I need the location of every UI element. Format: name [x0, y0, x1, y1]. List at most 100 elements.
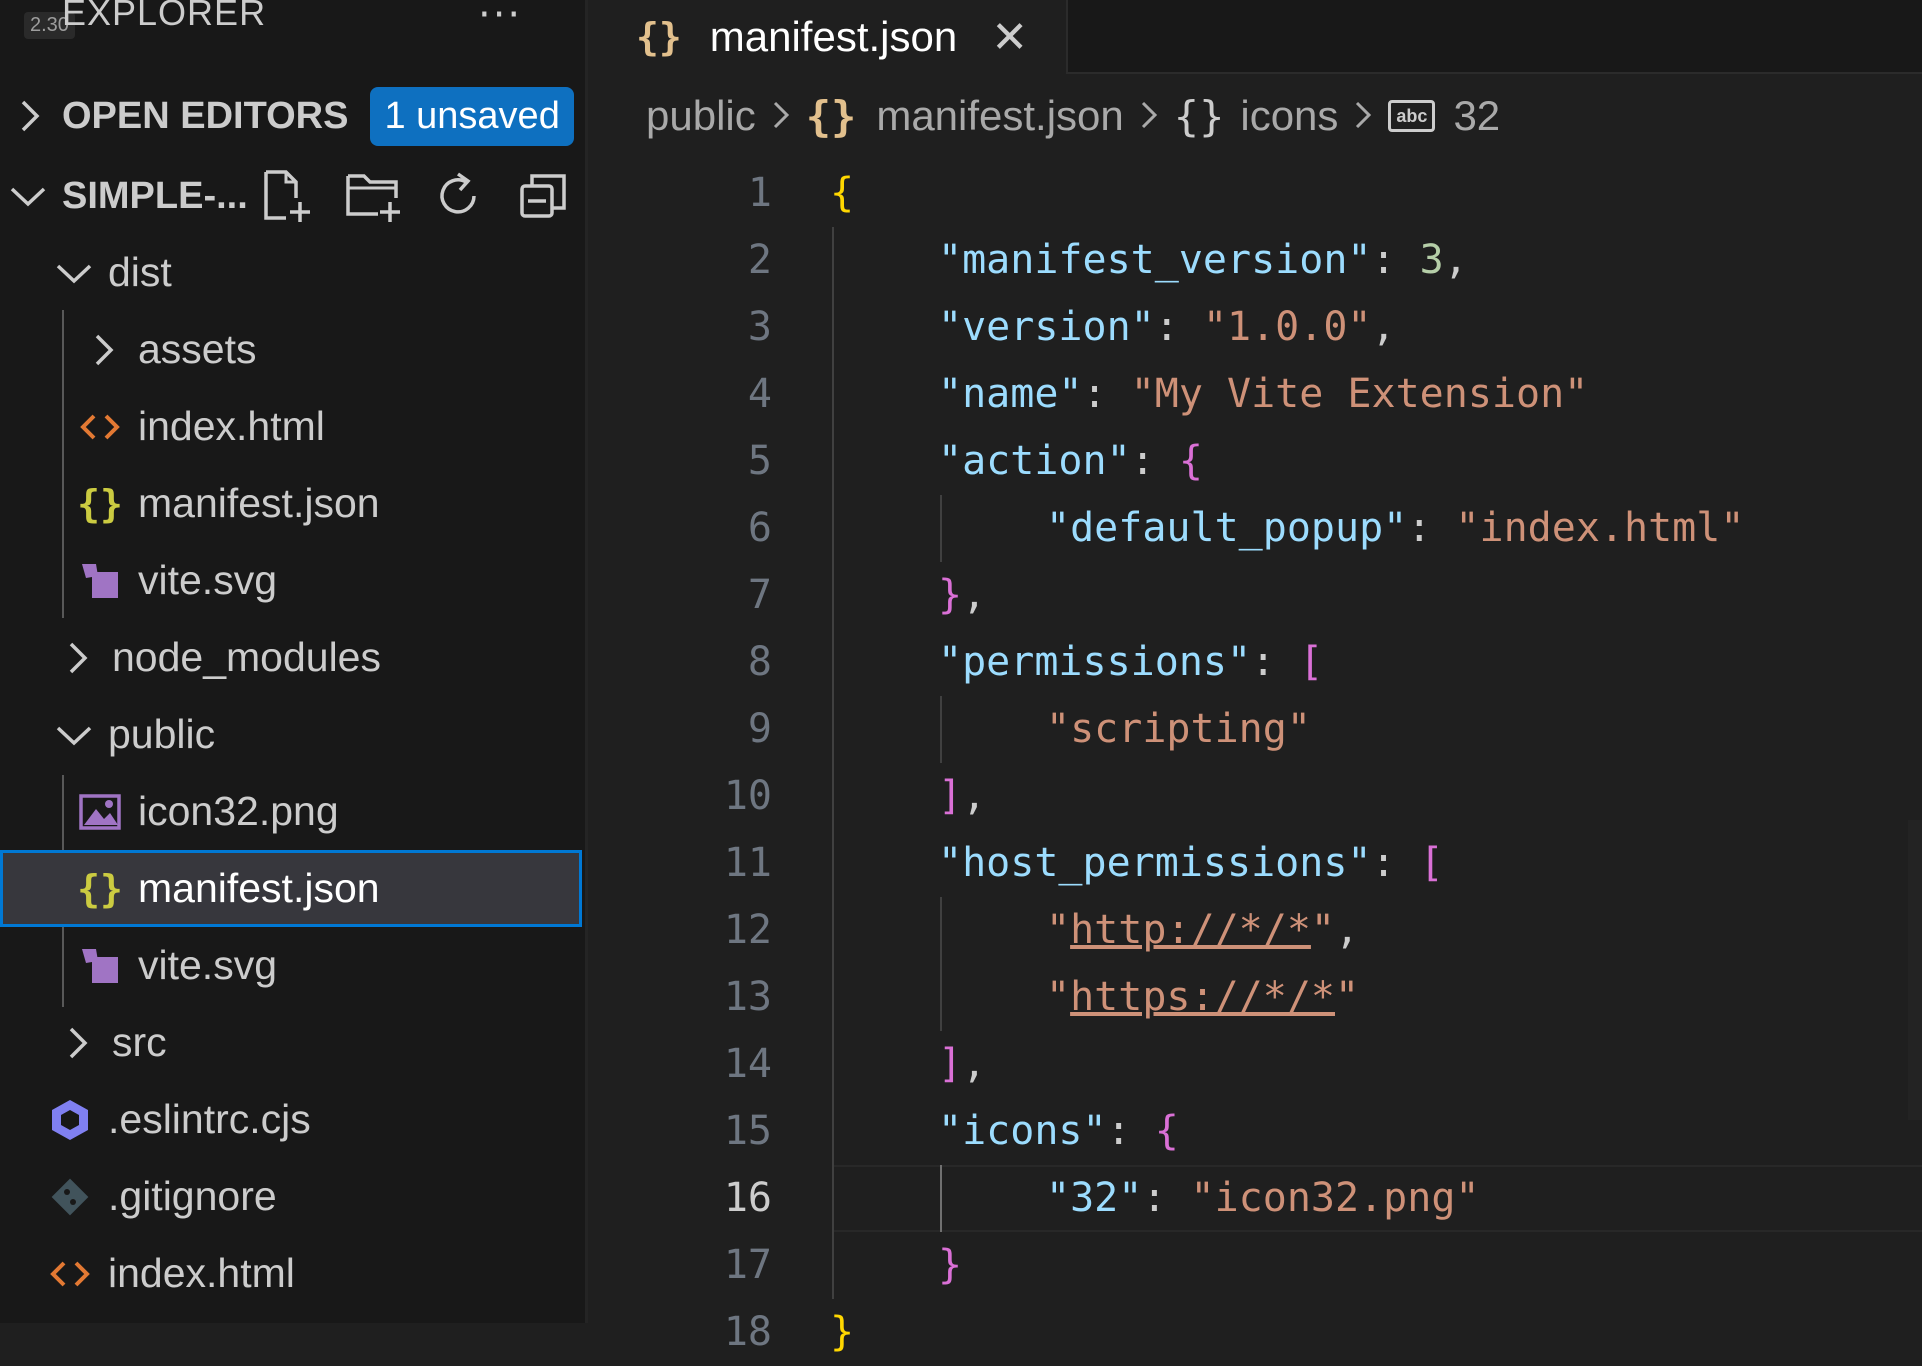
chevron-right-icon	[1354, 92, 1372, 140]
tree-item-dist[interactable]: dist	[0, 234, 585, 311]
tree-item-dist-vite-svg[interactable]: vite.svg	[0, 542, 585, 619]
tree-item-public-manifest-json[interactable]: {} manifest.json	[0, 850, 582, 927]
json-file-icon: {}	[636, 15, 682, 59]
tree-item-label: icon32.png	[138, 788, 339, 834]
breadcrumb-file[interactable]: manifest.json	[876, 92, 1123, 140]
code-line[interactable]: 8 "permissions": [	[588, 629, 1922, 696]
chevron-down-icon	[54, 262, 94, 284]
tree-item-label: public	[108, 711, 216, 757]
line-number: 11	[723, 840, 772, 886]
line-number: 8	[747, 639, 772, 685]
code-line[interactable]: 6 "default_popup": "index.html"	[588, 495, 1922, 562]
more-actions-button[interactable]: ···	[478, 0, 522, 38]
code-area[interactable]: 1{2 "manifest_version": 3, 3 "version": "1.…	[588, 160, 1922, 1355]
code-text: "default_popup": "index.html"	[1046, 505, 1745, 551]
breadcrumb-folder[interactable]: public	[646, 92, 756, 140]
string-icon: abc	[1388, 100, 1436, 132]
line-number: 6	[747, 505, 772, 551]
indent-guide	[940, 495, 942, 562]
code-line[interactable]: 1{	[588, 160, 1922, 227]
tree-item-node-modules[interactable]: node_modules	[0, 619, 585, 696]
code-line[interactable]: 15 "icons": {	[588, 1098, 1922, 1165]
chevron-right-icon	[58, 1026, 98, 1060]
editor-pane: {} manifest.json ✕ public {} manifest.js…	[588, 0, 1922, 1355]
code-text: }	[830, 1309, 855, 1355]
tree-item-eslintrc[interactable]: .eslintrc.cjs	[0, 1081, 585, 1158]
tree-item-label: .eslintrc.cjs	[108, 1096, 311, 1142]
close-icon[interactable]: ✕	[991, 12, 1028, 63]
tree-item-label: node_modules	[112, 634, 381, 680]
code-line[interactable]: 7},	[588, 562, 1922, 629]
tree-item-label: .gitignore	[108, 1173, 277, 1219]
scrollbar[interactable]	[1908, 820, 1922, 1120]
tree-item-root-index-html[interactable]: index.html	[0, 1235, 585, 1312]
line-number: 10	[723, 773, 772, 819]
line-number: 5	[747, 438, 772, 484]
code-text: "icons": {	[938, 1108, 1179, 1154]
code-line[interactable]: 9 "scripting"	[588, 696, 1922, 763]
code-line[interactable]: 12 "http://*/*",	[588, 897, 1922, 964]
code-line[interactable]: 14],	[588, 1031, 1922, 1098]
breadcrumb-object[interactable]: icons	[1240, 92, 1338, 140]
code-line[interactable]: 16 "32": "icon32.png"	[588, 1165, 1922, 1232]
svg-file-icon	[76, 557, 124, 605]
breadcrumb-key[interactable]: 32	[1453, 92, 1500, 140]
tree-item-dist-index-html[interactable]: index.html	[0, 388, 585, 465]
code-line[interactable]: 17}	[588, 1232, 1922, 1299]
code-line[interactable]: 13 "https://*/*"	[588, 964, 1922, 1031]
chevron-right-icon	[84, 333, 124, 367]
explorer-title: EXPLORER	[62, 0, 267, 33]
eslint-file-icon	[46, 1096, 94, 1144]
tree-item-src[interactable]: src	[0, 1004, 585, 1081]
code-text: "permissions": [	[938, 639, 1324, 685]
chevron-right-icon	[1140, 92, 1158, 140]
json-file-icon: {}	[77, 866, 123, 911]
new-folder-icon[interactable]	[344, 168, 400, 224]
tab-label: manifest.json	[709, 13, 958, 60]
code-line[interactable]: 3 "version": "1.0.0",	[588, 294, 1922, 361]
code-text: "http://*/*",	[1046, 907, 1360, 953]
tree-item-assets[interactable]: assets	[0, 311, 585, 388]
tree-item-public-vite-svg[interactable]: vite.svg	[0, 927, 585, 1004]
code-text: "scripting"	[1046, 706, 1311, 752]
code-text: ],	[938, 773, 987, 819]
tree-item-dist-manifest-json[interactable]: {} manifest.json	[0, 465, 585, 542]
code-line[interactable]: 10],	[588, 763, 1922, 830]
new-file-icon[interactable]	[258, 168, 314, 224]
code-line[interactable]: 5 "action": {	[588, 428, 1922, 495]
line-number: 3	[747, 304, 772, 350]
html-file-icon	[76, 403, 124, 451]
line-number: 13	[723, 974, 772, 1020]
collapse-all-icon[interactable]	[516, 168, 572, 224]
tree-item-label: index.html	[108, 1250, 295, 1296]
chevron-right-icon	[58, 641, 98, 675]
code-text: "action": {	[938, 438, 1203, 484]
code-text: }	[938, 1242, 963, 1288]
line-number: 4	[747, 371, 772, 417]
tab-manifest-json[interactable]: {} manifest.json ✕	[588, 0, 1068, 74]
indent-guide	[940, 897, 942, 1031]
indent-guide	[832, 227, 834, 1299]
tab-bar: {} manifest.json ✕	[588, 0, 1922, 74]
code-line[interactable]: 18}	[588, 1299, 1922, 1366]
open-editors-label: OPEN EDITORS	[62, 94, 349, 137]
code-text: "manifest_version": 3,	[938, 237, 1468, 283]
object-icon: {}	[1173, 91, 1225, 141]
tree-item-label: dist	[108, 249, 172, 295]
line-number: 9	[747, 706, 772, 752]
tree-item-gitignore[interactable]: .gitignore	[0, 1158, 585, 1235]
git-file-icon	[46, 1173, 94, 1221]
chevron-down-icon	[8, 185, 48, 207]
tree-item-label: src	[112, 1019, 167, 1065]
code-line[interactable]: 11 "host_permissions": [	[588, 830, 1922, 897]
open-editors-section[interactable]: OPEN EDITORS 1 unsaved	[0, 80, 585, 152]
breadcrumb: public {} manifest.json {} icons abc 32	[646, 86, 1500, 146]
line-number: 18	[723, 1309, 772, 1355]
tree-item-public[interactable]: public	[0, 696, 585, 773]
tree-item-label: vite.svg	[138, 557, 277, 603]
code-text: {	[830, 170, 855, 216]
code-line[interactable]: 2 "manifest_version": 3,	[588, 227, 1922, 294]
code-line[interactable]: 4 "name": "My Vite Extension"	[588, 361, 1922, 428]
refresh-icon[interactable]	[430, 168, 486, 224]
tree-item-public-icon32-png[interactable]: icon32.png	[0, 773, 585, 850]
